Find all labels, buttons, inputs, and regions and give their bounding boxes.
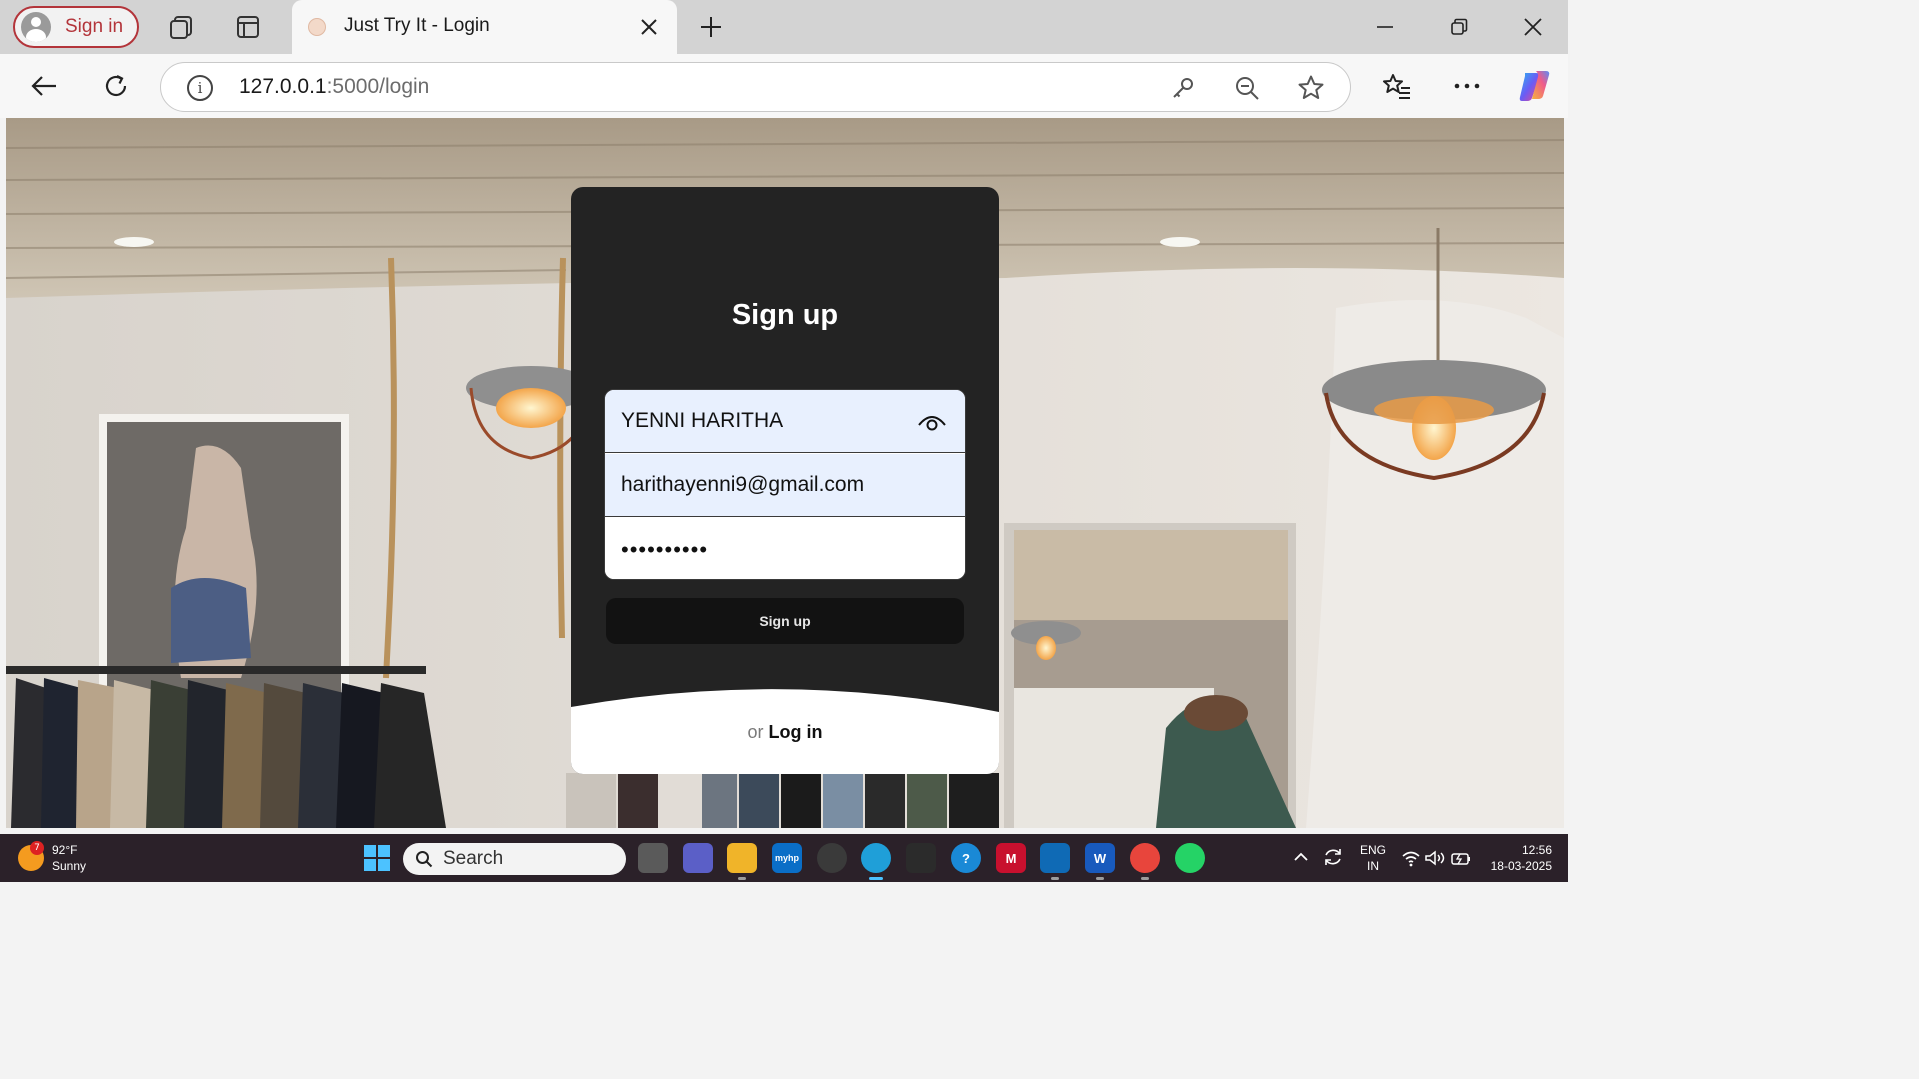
close-tab-icon[interactable] (635, 13, 663, 41)
input-language-indicator[interactable]: ENG IN (1360, 842, 1386, 874)
file-explorer-icon[interactable] (727, 843, 757, 880)
show-hidden-icons-chevron-icon[interactable] (1292, 848, 1310, 866)
url-path: :5000/login (326, 75, 430, 98)
teams-icon[interactable] (683, 843, 713, 873)
zoom-out-icon[interactable] (1232, 73, 1262, 103)
signup-form: YENNI HARITHA harithayenni9@gmail.com ••… (604, 389, 966, 580)
system-clock[interactable]: 12:56 18-03-2025 (1480, 842, 1552, 874)
login-link[interactable]: Log in (769, 722, 823, 742)
profile-sign-in-label: Sign in (65, 16, 124, 37)
workspaces-icon[interactable] (163, 10, 199, 44)
show-password-eye-icon[interactable] (917, 411, 947, 433)
weather-temperature: 92°F (52, 843, 78, 857)
clock-time: 12:56 (1521, 843, 1552, 857)
browser-tab-strip: Sign in Just Try It - Login (0, 0, 1568, 54)
weather-widget[interactable]: 7 92°F Sunny (18, 840, 86, 876)
weather-badge: 7 (30, 841, 44, 855)
mcafee-icon[interactable]: M (996, 843, 1026, 873)
favorites-list-icon[interactable] (1379, 68, 1415, 104)
signup-card: Sign up YENNI HARITHA harithayenni9@gmai… (571, 187, 999, 774)
login-prompt-or: or (747, 722, 764, 742)
clock-date: 18-03-2025 (1490, 859, 1552, 873)
weather-condition: Sunny (52, 859, 87, 873)
address-bar[interactable]: i 127.0.0.1:5000/login (160, 62, 1351, 112)
tab-login[interactable]: Just Try It - Login (292, 0, 677, 54)
get-help-icon[interactable]: ? (951, 843, 981, 873)
search-label: Search (443, 848, 504, 869)
task-view-icon[interactable] (638, 843, 668, 873)
password-value: •••••••••• (621, 536, 709, 562)
favorite-star-icon[interactable] (1296, 73, 1326, 103)
browser-toolbar: i 127.0.0.1:5000/login (0, 54, 1568, 118)
url-host: 127.0.0.1 (239, 75, 327, 98)
microsoft-store-icon[interactable] (906, 843, 936, 873)
signup-submit-button[interactable]: Sign up (606, 598, 964, 644)
profile-sign-in-button[interactable]: Sign in (13, 6, 139, 48)
signup-heading: Sign up (731, 299, 839, 331)
wifi-volume-battery-icons[interactable] (1400, 847, 1472, 869)
email-input[interactable]: harithayenni9@gmail.com (605, 454, 965, 517)
edge-browser-icon[interactable] (861, 843, 891, 880)
name-input[interactable]: YENNI HARITHA (605, 390, 965, 453)
profile-avatar-icon (21, 12, 51, 42)
vertical-tabs-icon[interactable] (230, 10, 266, 44)
lang-region: IN (1367, 859, 1379, 873)
address-url[interactable]: 127.0.0.1:5000/login (239, 75, 429, 99)
tab-title: Just Try It - Login (344, 15, 490, 36)
site-favicon-icon (308, 18, 326, 36)
word-icon[interactable]: W (1085, 843, 1115, 880)
back-arrow-icon[interactable] (26, 68, 62, 104)
copilot-icon[interactable] (1516, 68, 1552, 104)
page-viewport: Sign up YENNI HARITHA harithayenni9@gmai… (6, 118, 1564, 828)
password-key-icon[interactable] (1168, 73, 1198, 103)
reload-icon[interactable] (98, 68, 134, 104)
chrome-icon[interactable] (1130, 843, 1160, 880)
login-prompt: or Log in (571, 722, 999, 743)
card-footer: or Log in (571, 687, 999, 774)
myhp-icon[interactable]: myhp (772, 843, 802, 873)
start-windows-icon[interactable] (364, 845, 390, 871)
minimize-window-icon[interactable] (1360, 6, 1410, 48)
weather-sun-icon: 7 (18, 841, 44, 871)
sync-icon[interactable] (1322, 846, 1344, 868)
close-window-icon[interactable] (1508, 6, 1558, 48)
site-info-icon[interactable]: i (187, 75, 213, 101)
windows-taskbar: 7 92°F Sunny Search myhp ? M W ENG IN 12… (0, 834, 1568, 882)
taskbar-search[interactable]: Search (403, 843, 626, 875)
more-options-icon[interactable] (1449, 68, 1485, 104)
search-icon (416, 851, 433, 868)
whatsapp-icon[interactable] (1175, 843, 1205, 873)
lang-code: ENG (1360, 843, 1387, 857)
new-tab-button[interactable] (693, 10, 729, 44)
restore-window-icon[interactable] (1434, 6, 1484, 48)
vscode-icon[interactable] (1040, 843, 1070, 880)
password-input[interactable]: •••••••••• (605, 518, 965, 579)
clock-app-icon[interactable] (817, 843, 847, 873)
